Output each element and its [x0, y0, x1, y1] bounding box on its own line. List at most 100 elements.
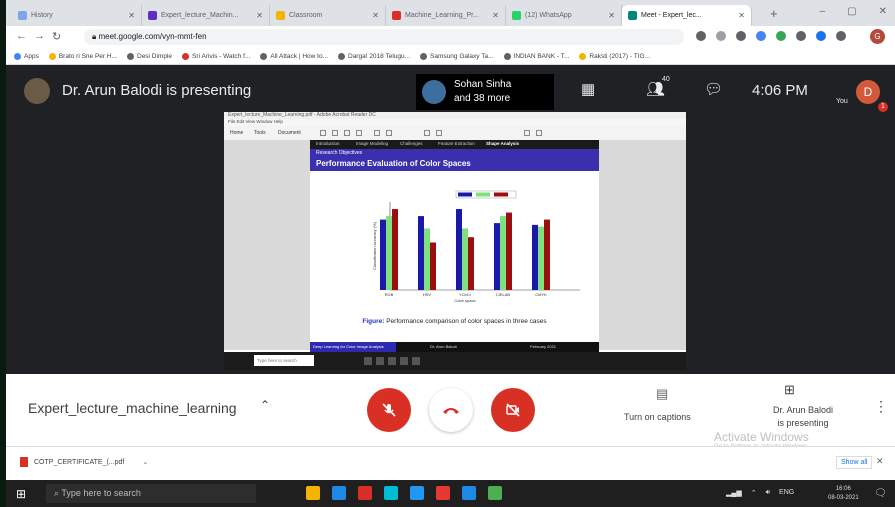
bookmark-item[interactable]: Desi Dimple	[127, 52, 172, 60]
taskbar-app-icon[interactable]	[410, 486, 424, 500]
notification-center-icon[interactable]: 🗨︎	[874, 488, 887, 499]
meeting-name[interactable]: Expert_lecture_machine_learning	[28, 400, 237, 416]
favicon-icon	[148, 11, 157, 20]
taskbar-app-icon[interactable]	[358, 486, 372, 500]
close-tab-icon[interactable]: ✕	[492, 11, 499, 20]
forward-icon[interactable]: →	[34, 30, 45, 42]
taskbar-app-icon[interactable]	[306, 486, 320, 500]
tab-label: (12) WhatsApp	[525, 12, 572, 19]
browser-tab[interactable]: (12) WhatsApp ✕	[506, 5, 622, 26]
present-icon[interactable]: ⊞	[784, 382, 795, 398]
present-button-label[interactable]: Dr. Arun Balodi is presenting	[748, 404, 858, 430]
close-tab-icon[interactable]: ✕	[608, 11, 615, 20]
maximize-icon[interactable]: ▢	[847, 6, 856, 17]
bookmark-icon	[260, 52, 268, 60]
captions-icon[interactable]: ▤	[656, 386, 668, 402]
bookmark-item[interactable]: Raksti (2017) - TIG...	[579, 52, 650, 60]
tab-label: Classroom	[289, 12, 323, 19]
extension-icon[interactable]	[796, 31, 806, 41]
grid-layout-icon[interactable]: ▦	[581, 80, 595, 98]
favicon-icon	[628, 11, 637, 20]
reader-title-bar: Expert_lecture_Machine_Learning.pdf - Ad…	[224, 112, 686, 119]
chevron-down-icon[interactable]: ⌄	[142, 458, 148, 466]
meet-top-bar: Dr. Arun Balodi is presenting Sohan Sinh…	[6, 66, 895, 118]
bookmark-item[interactable]: Sri Arivis - Watch f...	[182, 52, 251, 60]
browser-tab[interactable]: Machine_Learning_Pr... ✕	[386, 5, 506, 26]
close-tab-icon[interactable]: ✕	[738, 11, 745, 20]
bookmark-item[interactable]: Darga! 2018 Telugu...	[338, 52, 410, 60]
extension-icon[interactable]	[776, 31, 786, 41]
tab-label: Meet - Expert_lec...	[641, 12, 702, 19]
tool-icon	[536, 130, 542, 136]
minimize-icon[interactable]: –	[820, 6, 826, 17]
hang-up-icon	[443, 408, 459, 414]
url-field[interactable]: 🔒︎ meet.google.com/vyn-mmt-fen	[84, 29, 684, 45]
volume-icon[interactable]: 🔊︎	[766, 489, 770, 497]
present-line1: Dr. Arun Balodi	[772, 405, 834, 415]
taskbar-clock[interactable]: 16:06 08-03-2021	[828, 485, 859, 503]
bookmark-item[interactable]: Samsung Galaxy Ta...	[420, 52, 494, 60]
browser-tab[interactable]: Expert_lecture_Machin... ✕	[142, 5, 270, 26]
print-icon	[332, 130, 338, 136]
more-options-icon[interactable]: ⋮	[874, 398, 888, 415]
taskbar-search-box[interactable]: ⌕ Type here to search	[46, 484, 256, 503]
bookmark-label: Samsung Galaxy Ta...	[430, 52, 494, 60]
browser-tab[interactable]: Meet - Expert_lec... ✕	[622, 5, 752, 26]
joined-notification[interactable]: Sohan Sinha and 38 more	[416, 74, 554, 110]
windows-start-icon[interactable]: ⊞	[16, 487, 26, 501]
zoom-icon[interactable]	[716, 31, 726, 41]
profile-avatar[interactable]: G	[870, 29, 885, 44]
back-icon[interactable]: ←	[16, 30, 27, 42]
browser-tab[interactable]: History ✕	[12, 5, 142, 26]
bar	[532, 224, 538, 290]
language-indicator[interactable]: ENG	[779, 489, 794, 497]
taskbar-app-icon[interactable]	[384, 486, 398, 500]
close-tab-icon[interactable]: ✕	[372, 11, 379, 20]
mic-off-icon	[382, 403, 396, 417]
captions-button-label[interactable]: Turn on captions	[624, 412, 691, 422]
extension-icon[interactable]	[756, 31, 766, 41]
star-icon[interactable]	[736, 31, 746, 41]
network-icon[interactable]: ▂▄▆	[726, 489, 742, 497]
taskbar-app-icon[interactable]	[488, 486, 502, 500]
bookmark-item[interactable]: Apps	[14, 52, 39, 60]
reader-toolbar: Home Tools Document	[224, 126, 686, 141]
bar	[424, 228, 430, 290]
show-all-button[interactable]: Show all	[836, 456, 873, 469]
reload-icon[interactable]: ↻	[52, 30, 61, 43]
camera-toggle-button[interactable]	[491, 388, 535, 432]
download-item[interactable]: COTP_CERTIFICATE_(...pdf ⌄	[20, 457, 148, 467]
favicon-icon	[276, 11, 285, 20]
bookmark-item[interactable]: Brato ri Sne Per H...	[48, 52, 117, 60]
taskbar-app-icon[interactable]	[332, 486, 346, 500]
mic-toggle-button[interactable]	[367, 388, 411, 432]
taskbar-app-icon[interactable]	[436, 486, 450, 500]
bookmark-item[interactable]: All Attack | How to...	[260, 52, 328, 60]
puzzle-icon[interactable]	[836, 31, 846, 41]
leave-call-button[interactable]	[429, 388, 473, 432]
bookmark-icon	[182, 52, 190, 60]
new-tab-button[interactable]: +	[770, 6, 778, 21]
favicon-icon	[392, 11, 401, 20]
bookmark-item[interactable]: INDIAN BANK - T...	[503, 52, 569, 60]
extension-icon[interactable]	[816, 31, 826, 41]
chevron-up-icon[interactable]: ⌃	[751, 489, 757, 497]
key-icon[interactable]	[696, 31, 706, 41]
close-icon[interactable]: ✕	[876, 456, 884, 467]
bar	[468, 237, 474, 290]
system-tray: ▂▄▆ ⌃ 🔊︎ ENG	[726, 489, 794, 497]
self-avatar[interactable]: D	[856, 80, 880, 104]
close-tab-icon[interactable]: ✕	[128, 11, 135, 20]
close-tab-icon[interactable]: ✕	[256, 11, 263, 20]
chat-icon[interactable]: 💬︎	[704, 80, 723, 98]
taskbar-app-icon[interactable]	[462, 486, 476, 500]
figure-caption: Figure: Performance comparison of color …	[310, 318, 599, 325]
bookmark-label: Sri Arivis - Watch f...	[192, 52, 251, 60]
legend-swatch	[458, 192, 472, 197]
slide-tab: Feature Extraction	[438, 141, 475, 146]
chevron-up-icon[interactable]: ⌃	[260, 398, 270, 412]
url-text: meet.google.com/vyn-mmt-fen	[98, 32, 207, 41]
tab-label: History	[31, 12, 53, 19]
close-icon[interactable]: ✕	[879, 6, 887, 17]
browser-tab[interactable]: Classroom ✕	[270, 5, 386, 26]
